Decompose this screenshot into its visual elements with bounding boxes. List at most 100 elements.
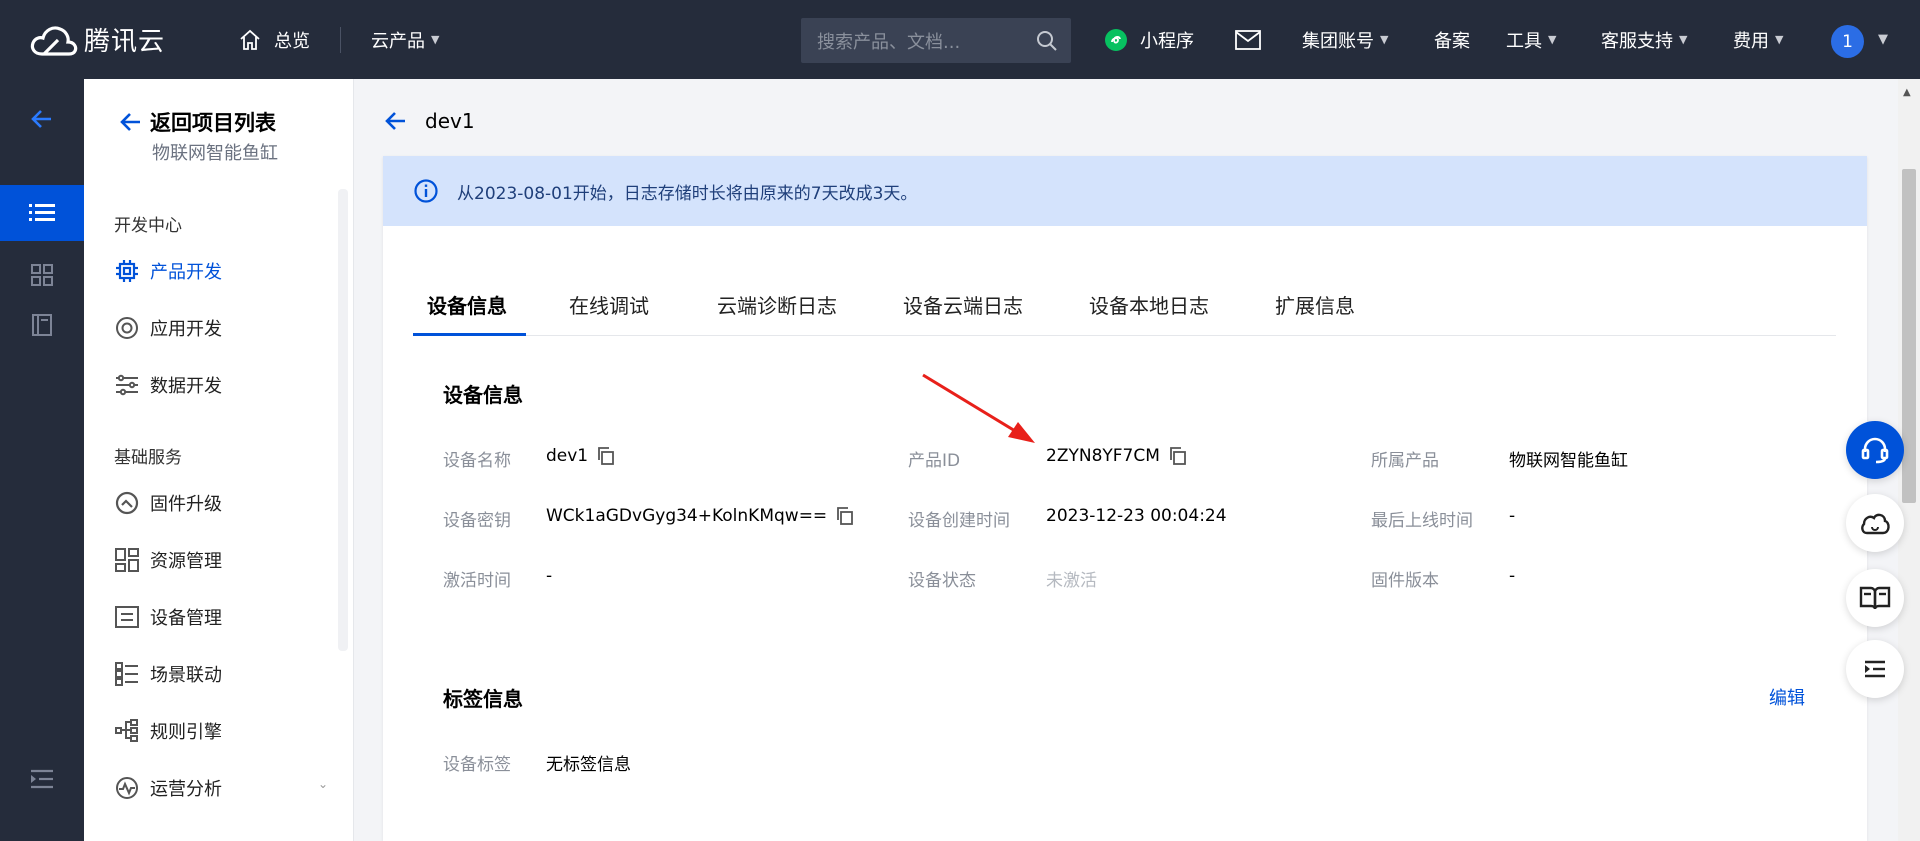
- product-value: 物联网智能鱼缸: [1509, 451, 1628, 471]
- open-book-icon: [1859, 586, 1891, 610]
- rail-list[interactable]: [0, 185, 84, 241]
- menu-item-firmware[interactable]: 固件升级: [114, 490, 222, 516]
- menu-item-app-dev[interactable]: 应用开发: [114, 315, 222, 341]
- list-icon: [29, 204, 55, 221]
- nav-group-account[interactable]: 集团账号 ▼: [1302, 0, 1388, 79]
- nav-mini-program[interactable]: 小程序: [1104, 0, 1194, 79]
- account-dropdown[interactable]: ▼: [1872, 0, 1888, 79]
- rule-icon: [115, 719, 138, 742]
- icon-rail: [0, 79, 84, 841]
- analytics-icon: [116, 777, 138, 799]
- copy-icon[interactable]: [596, 446, 616, 466]
- created-value: 2023-12-23 00:04:24: [1046, 506, 1227, 526]
- menu-item-data-dev[interactable]: 数据开发: [114, 372, 222, 398]
- back-label: 返回项目列表: [150, 111, 276, 135]
- active-tab-indicator: [413, 333, 526, 336]
- scene-icon: [115, 662, 138, 686]
- outline-button[interactable]: [1846, 640, 1904, 698]
- search-placeholder: 搜索产品、文档...: [817, 31, 961, 53]
- menu-item-scene[interactable]: 场景联动: [114, 661, 222, 687]
- page-title: dev1: [383, 108, 475, 134]
- copy-icon[interactable]: [835, 506, 855, 526]
- search-input[interactable]: 搜索产品、文档...: [801, 18, 1071, 63]
- product-label: 所属产品: [1371, 451, 1439, 471]
- chevron-down-icon: ▼: [1679, 33, 1688, 46]
- cloud-bell-icon: [1861, 513, 1890, 535]
- docs-button[interactable]: [1846, 569, 1904, 627]
- nav-products[interactable]: 云产品 ▼: [371, 27, 439, 53]
- nav-mini-program-label: 小程序: [1140, 30, 1194, 52]
- nav-support[interactable]: 客服支持 ▼: [1601, 0, 1687, 79]
- created-label: 设备创建时间: [908, 511, 1010, 531]
- menu-item-label: 设备管理: [150, 608, 222, 629]
- grid-icon: [31, 264, 53, 286]
- edit-tags-link[interactable]: 编辑: [1769, 684, 1805, 710]
- avatar[interactable]: 1: [1831, 25, 1864, 58]
- nav-billing[interactable]: 费用 ▼: [1733, 0, 1783, 79]
- collapse-back-button[interactable]: [0, 99, 84, 139]
- copy-icon[interactable]: [1168, 446, 1188, 466]
- scroll-up-icon[interactable]: ▲: [1903, 87, 1911, 98]
- nav-overview-label: 总览: [274, 30, 310, 52]
- mail-button[interactable]: [1235, 0, 1261, 79]
- device-tags-label: 设备标签: [443, 755, 511, 775]
- menu-item-label: 产品开发: [150, 262, 222, 283]
- rail-collapse[interactable]: [0, 759, 84, 799]
- search-icon[interactable]: [1035, 29, 1059, 53]
- nav-support-label: 客服支持: [1601, 30, 1673, 52]
- firmware-icon: [115, 491, 139, 515]
- scrollbar-thumb[interactable]: [1902, 169, 1916, 503]
- brand-logo[interactable]: 腾讯云: [28, 20, 170, 60]
- side-menu-scrollbar[interactable]: [338, 189, 348, 651]
- chip-icon: [116, 260, 138, 282]
- resource-icon: [115, 548, 139, 572]
- status-label: 设备状态: [908, 571, 976, 591]
- menu-item-resource[interactable]: 资源管理: [114, 547, 222, 573]
- customer-service-button[interactable]: [1846, 421, 1904, 479]
- nav-overview[interactable]: 总览: [238, 27, 310, 53]
- brand-name: 腾讯云: [84, 27, 166, 57]
- tab-online-debug[interactable]: 在线调试: [569, 290, 649, 336]
- menu-item-analytics[interactable]: 运营分析 ⌄: [114, 775, 328, 801]
- last-online-label: 最后上线时间: [1371, 511, 1473, 531]
- firmware-label: 固件版本: [1371, 571, 1439, 591]
- menu-fold-icon: [31, 769, 53, 789]
- notice-banner: 从2023-08-01开始，日志存储时长将由原来的7天改成3天。: [383, 156, 1867, 226]
- activated-label: 激活时间: [443, 571, 511, 591]
- rail-grid[interactable]: [0, 255, 84, 295]
- nav-group-account-label: 集团账号: [1302, 30, 1374, 52]
- menu-item-product-dev[interactable]: 产品开发: [114, 258, 222, 284]
- chevron-down-icon: ▼: [1775, 33, 1784, 46]
- book-icon: [32, 314, 52, 336]
- device-tags-value: 无标签信息: [546, 755, 631, 775]
- arrow-left-icon: [120, 113, 140, 131]
- app-dev-icon: [116, 317, 138, 339]
- tab-cloud-diagnosis-log[interactable]: 云端诊断日志: [717, 290, 837, 336]
- product-id-text: 2ZYN8YF7CM: [1046, 446, 1160, 466]
- tab-device-cloud-log[interactable]: 设备云端日志: [903, 290, 1023, 336]
- nav-record[interactable]: 备案: [1434, 0, 1470, 79]
- nav-tools-label: 工具: [1506, 30, 1542, 52]
- device-name-label: 设备名称: [443, 451, 511, 471]
- menu-item-device-manage[interactable]: 设备管理: [114, 604, 222, 630]
- data-dev-icon: [116, 374, 138, 396]
- rail-book[interactable]: [0, 305, 84, 345]
- menu-item-label: 规则引擎: [150, 722, 222, 743]
- cloud-logo-icon: [30, 25, 78, 56]
- back-to-project-list[interactable]: 返回项目列表: [118, 107, 276, 137]
- nav-products-label: 云产品: [371, 30, 425, 52]
- mail-icon: [1235, 29, 1261, 50]
- device-title: dev1: [425, 109, 475, 133]
- tab-extended-info[interactable]: 扩展信息: [1275, 290, 1355, 336]
- arrow-left-icon[interactable]: [383, 108, 409, 134]
- menu-fold-icon: [1865, 660, 1885, 678]
- last-online-value: -: [1509, 506, 1516, 526]
- tab-device-info[interactable]: 设备信息: [427, 290, 507, 336]
- tab-device-local-log[interactable]: 设备本地日志: [1089, 290, 1209, 336]
- menu-item-rule-engine[interactable]: 规则引擎: [114, 718, 222, 744]
- nav-tools[interactable]: 工具 ▼: [1506, 0, 1556, 79]
- section-base-services: 基础服务: [114, 448, 182, 468]
- cloud-notify-button[interactable]: [1846, 494, 1904, 552]
- chevron-down-icon: ▼: [1380, 33, 1389, 46]
- chevron-down-icon: ▼: [1878, 32, 1888, 47]
